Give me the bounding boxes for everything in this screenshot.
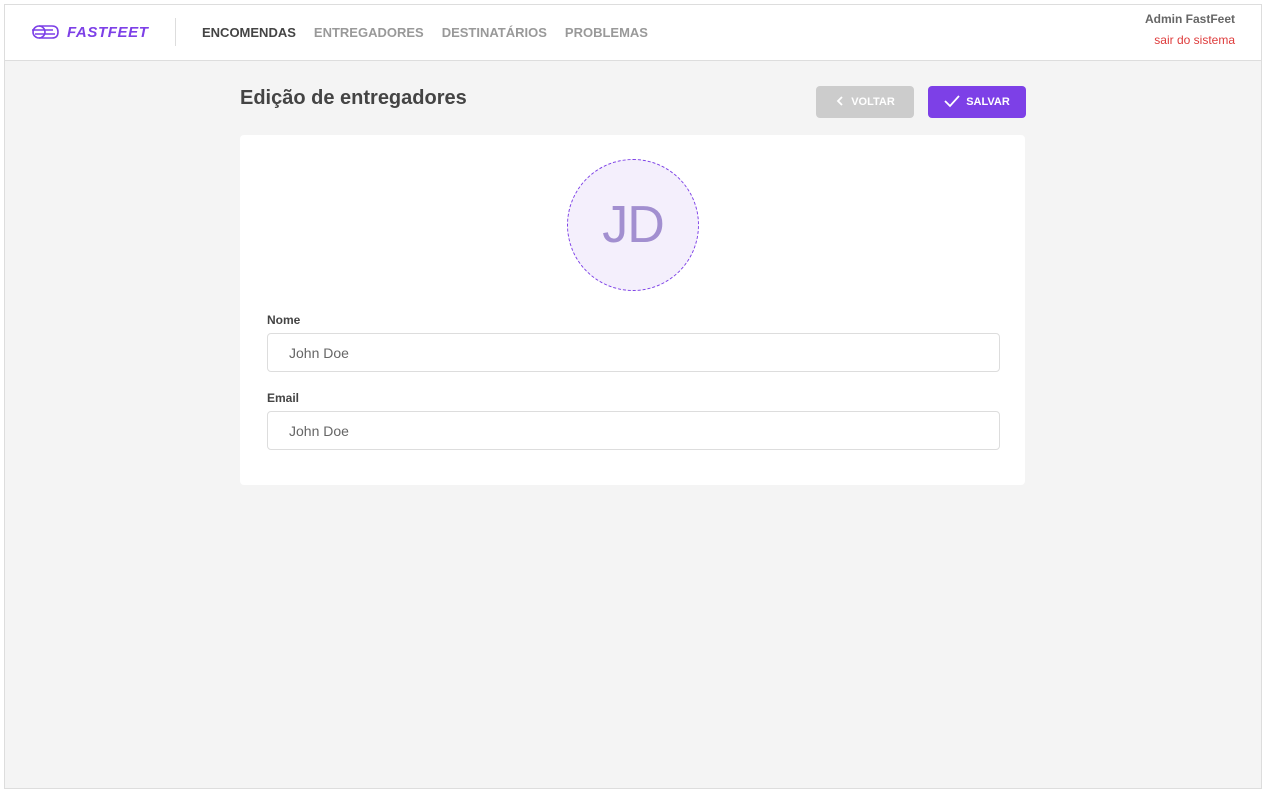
edit-form-card: JD Nome Email: [240, 135, 1025, 485]
logo-text: FASTFEET: [67, 23, 149, 41]
nav-item-encomendas[interactable]: ENCOMENDAS: [202, 25, 296, 40]
avatar-initials: JD: [602, 196, 665, 254]
back-button[interactable]: VOLTAR: [816, 86, 914, 118]
logo[interactable]: FASTFEET: [31, 22, 148, 42]
back-button-label: VOLTAR: [851, 96, 895, 108]
page-title: Edição de entregadores: [240, 87, 467, 109]
logout-link[interactable]: sair do sistema: [1145, 33, 1235, 47]
email-input[interactable]: [267, 411, 1000, 450]
header-divider: [175, 18, 176, 46]
nav-item-entregadores[interactable]: ENTREGADORES: [314, 25, 424, 40]
check-icon: [944, 94, 960, 111]
main-nav: ENCOMENDAS ENTREGADORES DESTINATÁRIOS PR…: [202, 25, 648, 40]
nav-item-destinatarios[interactable]: DESTINATÁRIOS: [442, 25, 547, 40]
save-button[interactable]: SALVAR: [928, 86, 1026, 118]
chevron-left-icon: [835, 95, 845, 110]
top-header: FASTFEET ENCOMENDAS ENTREGADORES DESTINA…: [5, 5, 1261, 61]
avatar-upload[interactable]: JD: [567, 159, 699, 291]
app-frame: FASTFEET ENCOMENDAS ENTREGADORES DESTINA…: [4, 4, 1262, 789]
fast-truck-icon: [31, 22, 61, 42]
nav-item-problemas[interactable]: PROBLEMAS: [565, 25, 648, 40]
save-button-label: SALVAR: [966, 96, 1010, 108]
user-panel: Admin FastFeet sair do sistema: [1145, 12, 1235, 47]
user-name: Admin FastFeet: [1144, 12, 1235, 26]
name-label: Nome: [267, 313, 301, 327]
name-input[interactable]: [267, 333, 1000, 372]
email-label: Email: [267, 391, 300, 405]
